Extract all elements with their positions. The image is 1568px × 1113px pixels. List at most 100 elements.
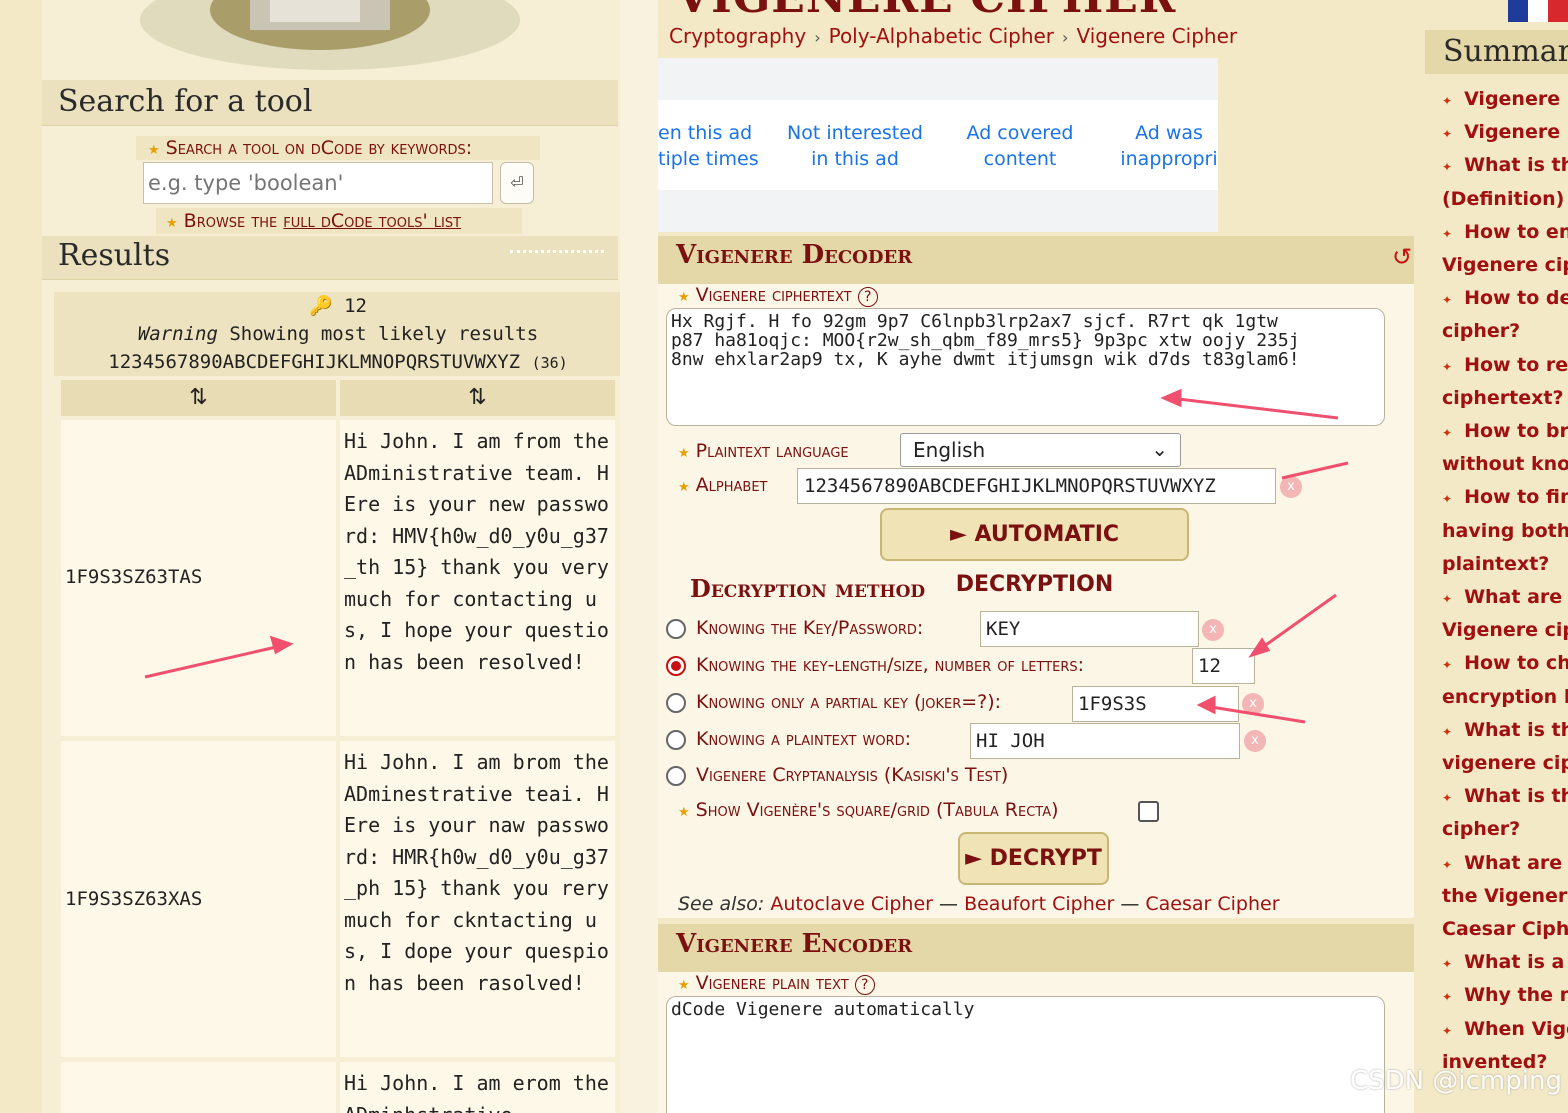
- search-submit-button[interactable]: ⏎: [500, 162, 534, 204]
- toc-bullet-icon: ✦: [1442, 957, 1453, 972]
- toc-item[interactable]: ✦ How to dec: [1442, 287, 1568, 309]
- toc-item-text: What is the: [1464, 154, 1568, 177]
- star-icon: ★: [678, 290, 690, 305]
- browse-prefix: Browse the: [183, 210, 284, 232]
- language-select[interactable]: English ⌄: [900, 433, 1181, 467]
- search-title: Search for a tool: [58, 84, 313, 119]
- separator: —: [1120, 893, 1140, 915]
- french-flag-icon[interactable]: [1508, 0, 1568, 22]
- ad-option-inappropriate[interactable]: Ad was inappropri: [1120, 120, 1218, 172]
- toc-item[interactable]: ✦ Vigenere D: [1442, 88, 1568, 110]
- toc-item-text: Vigenere D: [1464, 88, 1568, 110]
- ad-option-covered-content[interactable]: Ad covered content: [950, 120, 1090, 172]
- search-input[interactable]: [143, 162, 493, 204]
- method-radio-kasiski[interactable]: [666, 766, 686, 786]
- toc-item[interactable]: ✦ How to reco: [1442, 354, 1568, 376]
- search-label: ★ Search a tool on dCode by keywords:: [136, 136, 540, 160]
- plaintext-label: ★ Vigenere plain text ?: [678, 972, 875, 995]
- toc-item[interactable]: having both c: [1442, 520, 1568, 542]
- ad-option-not-interested[interactable]: Not interested in this ad: [780, 120, 930, 172]
- toc-item[interactable]: Vigenere ciph: [1442, 254, 1568, 276]
- dcode-logo-image: [140, 0, 520, 70]
- results-drag-handle[interactable]: [510, 250, 604, 254]
- language-label-text: Plaintext language: [695, 440, 849, 462]
- help-icon[interactable]: ?: [854, 975, 875, 995]
- alphabet-input[interactable]: 1234567890ABCDEFGHIJKLMNOPQRSTUVWXYZ: [797, 468, 1276, 504]
- toc-item[interactable]: vigenere ciphe: [1442, 752, 1568, 774]
- clear-key-button[interactable]: x: [1202, 619, 1224, 641]
- ad-option-seen-multiple[interactable]: en this ad tiple times: [658, 120, 758, 172]
- toc-item-text: What are th: [1464, 851, 1568, 874]
- toc-item[interactable]: encryption ke: [1442, 686, 1568, 708]
- toc-item[interactable]: ✦ What are th: [1442, 586, 1568, 608]
- plaintext-word-input[interactable]: HI JOH: [970, 723, 1240, 759]
- ciphertext-label: ★ Vigenere ciphertext ?: [678, 284, 878, 307]
- method-radio-plaintext-word[interactable]: [666, 730, 686, 750]
- toc-item[interactable]: without knowi: [1442, 453, 1568, 475]
- method-radio-partial-key[interactable]: [666, 693, 686, 713]
- result-text: Hi John. I am from the ADministrative te…: [340, 420, 615, 736]
- clear-alphabet-button[interactable]: x: [1280, 476, 1302, 498]
- toc-item[interactable]: (Definition): [1442, 188, 1568, 210]
- toc-item[interactable]: ✦ What is the: [1442, 719, 1568, 741]
- plaintext-label-text: Vigenere plain text: [695, 972, 849, 994]
- see-also: See also: Autoclave Cipher — Beaufort Ci…: [678, 893, 1280, 915]
- separator: —: [939, 893, 959, 915]
- toc-item[interactable]: ✦ How to enc: [1442, 221, 1568, 243]
- plaintext-textarea[interactable]: dCode Vigenere automatically: [666, 996, 1385, 1113]
- result-text: Hi John. I am erom the ADminhstrative: [340, 1062, 615, 1113]
- toc-item[interactable]: ✦ How to find: [1442, 486, 1568, 508]
- breadcrumb-poly-alphabetic[interactable]: Poly-Alphabetic Cipher: [829, 24, 1054, 48]
- help-icon[interactable]: ?: [857, 287, 878, 307]
- results-title: Results: [58, 238, 171, 273]
- clear-plaintext-word-button[interactable]: x: [1244, 730, 1266, 752]
- warning-label: Warning: [137, 323, 218, 345]
- toc-item[interactable]: ciphertext?: [1442, 387, 1568, 409]
- sort-key-column-header[interactable]: ⇅: [61, 380, 336, 416]
- sort-text-column-header[interactable]: ⇅: [340, 380, 615, 416]
- search-section-header: Search for a tool: [42, 80, 618, 126]
- alphabet-line: 1234567890ABCDEFGHIJKLMNOPQRSTUVWXYZ: [108, 351, 521, 373]
- toc-bullet-icon: ✦: [1442, 293, 1453, 308]
- clear-partial-key-button[interactable]: x: [1242, 693, 1264, 715]
- toc-item[interactable]: Vigenere ciph: [1442, 619, 1568, 641]
- toc-item[interactable]: ✦ What are th: [1442, 852, 1568, 874]
- toc-item[interactable]: ✦ When Vige: [1442, 1018, 1568, 1040]
- toc-item[interactable]: plaintext?: [1442, 553, 1568, 575]
- show-square-checkbox[interactable]: [1138, 801, 1159, 822]
- see-also-beaufort-link[interactable]: Beaufort Cipher: [964, 893, 1114, 915]
- chevron-right-icon: ›: [1062, 28, 1069, 47]
- see-also-autoclave-link[interactable]: Autoclave Cipher: [770, 893, 933, 915]
- key-input[interactable]: KEY: [980, 611, 1199, 647]
- toc-item[interactable]: ✦ Vigenere E: [1442, 121, 1568, 143]
- toc-item[interactable]: ✦ How to bre: [1442, 420, 1568, 442]
- reset-icon[interactable]: ↺: [1392, 243, 1412, 271]
- toc-item[interactable]: ✦ What is the: [1442, 785, 1568, 807]
- browse-tools-link[interactable]: ★ Browse the full dCode tools' list: [156, 208, 522, 234]
- toc-item[interactable]: the Vigenere c: [1442, 885, 1568, 907]
- column-divider: [620, 0, 658, 1113]
- key-length-input[interactable]: 12: [1192, 648, 1255, 684]
- ciphertext-textarea[interactable]: Hx Rgjf. H fo 92gm 9p7 C6lnpb3lrp2ax7 sj…: [666, 308, 1385, 426]
- partial-key-input[interactable]: 1F9S3S: [1072, 686, 1239, 722]
- toc-item-text: How to dec: [1464, 287, 1568, 310]
- toc-item[interactable]: cipher?: [1442, 818, 1568, 840]
- toc-item[interactable]: ✦ What is the: [1442, 154, 1568, 176]
- method-radio-key[interactable]: [666, 619, 686, 639]
- toc-bullet-icon: ✦: [1442, 127, 1453, 142]
- automatic-decryption-button[interactable]: ► AUTOMATIC DECRYPTION: [880, 508, 1189, 597]
- toc-item[interactable]: Caesar Ciphe: [1442, 918, 1568, 940]
- language-label: ★ Plaintext language: [678, 440, 849, 462]
- method-radio-key-length[interactable]: [666, 656, 686, 676]
- browse-full-list-link[interactable]: full dCode tools' list: [283, 210, 461, 232]
- decrypt-button[interactable]: ► DECRYPT: [958, 832, 1109, 885]
- breadcrumb-cryptography[interactable]: Cryptography: [669, 24, 806, 48]
- see-also-caesar-link[interactable]: Caesar Cipher: [1145, 893, 1279, 915]
- result-key: 1F9S3SZ63TAS: [65, 566, 203, 588]
- breadcrumb-vigenere[interactable]: Vigenere Cipher: [1076, 24, 1237, 48]
- toc-item[interactable]: cipher?: [1442, 320, 1568, 342]
- search-label-text: Search a tool on dCode by keywords:: [165, 137, 473, 159]
- toc-item[interactable]: ✦ How to cho: [1442, 652, 1568, 674]
- toc-item[interactable]: ✦ What is a S: [1442, 951, 1568, 973]
- toc-item[interactable]: ✦ Why the na: [1442, 984, 1568, 1006]
